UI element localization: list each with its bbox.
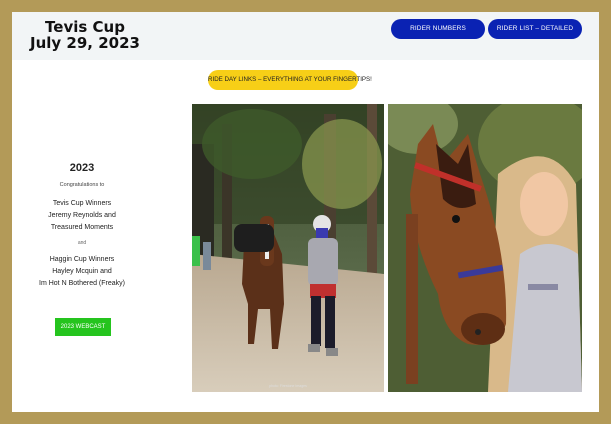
congratulations-text: Congratulations to bbox=[59, 182, 105, 188]
winners-year: 2023 bbox=[69, 162, 95, 174]
trail-photo-illustration bbox=[192, 104, 384, 392]
haggin-heading: Haggin Cup Winners bbox=[49, 256, 115, 263]
tevis-winner-photo: photo: Firestone Images bbox=[192, 104, 384, 392]
page-title: Tevis Cup July 29, 2023 bbox=[30, 19, 140, 51]
photo-credit: photo: Firestone Images bbox=[269, 384, 307, 388]
ride-day-links-button[interactable]: RIDE DAY LINKS – EVERYTHING AT YOUR FING… bbox=[208, 70, 372, 90]
tevis-horse: Treasured Moments bbox=[50, 224, 114, 231]
rider-list-detailed-button[interactable]: RIDER LIST – DETAILED bbox=[488, 19, 582, 39]
haggin-horse: Im Hot N Bothered (Freaky) bbox=[39, 280, 125, 287]
title-line-2: July 29, 2023 bbox=[30, 34, 140, 52]
haggin-winner-photo bbox=[388, 104, 582, 392]
horse-portrait-illustration bbox=[388, 104, 582, 392]
tevis-rider: Jeremy Reynolds and bbox=[48, 212, 116, 219]
page-frame: Tevis Cup July 29, 2023 RIDER NUMBERS RI… bbox=[12, 12, 599, 412]
webcast-button[interactable]: 2023 WEBCAST bbox=[55, 318, 111, 336]
tevis-heading: Tevis Cup Winners bbox=[52, 200, 112, 207]
title-line-1: Tevis Cup bbox=[45, 18, 125, 36]
and-text: and bbox=[77, 240, 87, 246]
header: Tevis Cup July 29, 2023 RIDER NUMBERS RI… bbox=[12, 12, 599, 60]
rider-numbers-button[interactable]: RIDER NUMBERS bbox=[391, 19, 485, 39]
haggin-rider: Hayley Mcquin and bbox=[52, 268, 112, 275]
winners-panel: 2023 Congratulations to Tevis Cup Winner… bbox=[32, 162, 132, 290]
